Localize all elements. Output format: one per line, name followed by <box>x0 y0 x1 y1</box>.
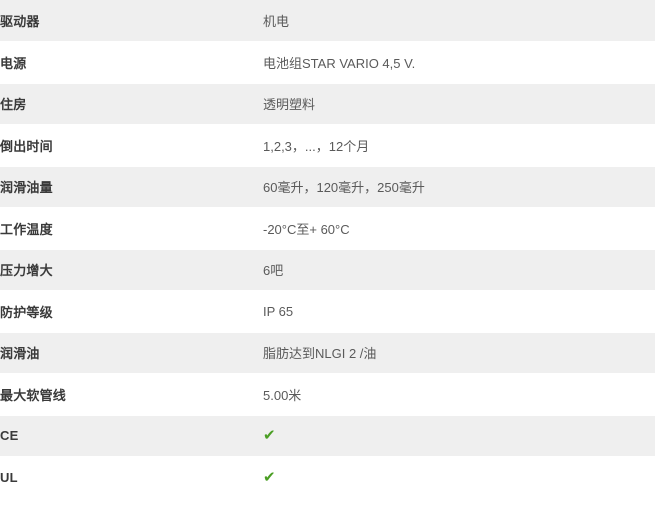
spec-row: 压力增大 6吧 <box>0 249 655 291</box>
spec-row: 工作温度 -20°C至+ 60°C <box>0 207 655 250</box>
spec-row: 润滑油量 60毫升，120毫升，250毫升 <box>0 166 655 208</box>
spec-label: 住房 <box>0 83 263 125</box>
check-mark-icon: ✔ <box>263 468 276 486</box>
spec-row: 防护等级 IP 65 <box>0 290 655 333</box>
spec-label: 压力增大 <box>0 249 263 291</box>
spec-label: 驱动器 <box>0 0 263 42</box>
spec-row: CE ✔ <box>0 415 655 457</box>
spec-value: 60毫升，120毫升，250毫升 <box>263 166 655 208</box>
spec-value: ✔ <box>263 456 655 499</box>
spec-value: 5.00米 <box>263 373 655 416</box>
spec-row: 住房 透明塑料 <box>0 83 655 125</box>
spec-value: 脂肪达到NLGI 2 /油 <box>263 332 655 374</box>
spec-label: CE <box>0 415 263 457</box>
spec-value: 1,2,3，...，12个月 <box>263 124 655 167</box>
spec-value: IP 65 <box>263 290 655 333</box>
spec-label: 最大软管线 <box>0 373 263 416</box>
check-mark-icon: ✔ <box>263 427 276 445</box>
spec-label: 倒出时间 <box>0 124 263 167</box>
spec-label: 防护等级 <box>0 290 263 333</box>
spec-row: 润滑油 脂肪达到NLGI 2 /油 <box>0 332 655 374</box>
spec-label: 润滑油 <box>0 332 263 374</box>
spec-value: ✔ <box>263 415 655 457</box>
spec-value: 机电 <box>263 0 655 42</box>
spec-value: 6吧 <box>263 249 655 291</box>
product-specifications-table: 驱动器 机电 电源 电池组STAR VARIO 4,5 V. 住房 透明塑料 倒出时间 1,2… <box>0 0 655 499</box>
spec-label: UL <box>0 456 263 499</box>
spec-row: UL ✔ <box>0 456 655 499</box>
spec-row: 倒出时间 1,2,3，...，12个月 <box>0 124 655 167</box>
spec-row: 驱动器 机电 <box>0 0 655 42</box>
spec-label: 工作温度 <box>0 207 263 250</box>
spec-row: 电源 电池组STAR VARIO 4,5 V. <box>0 41 655 84</box>
spec-value: -20°C至+ 60°C <box>263 207 655 250</box>
spec-value: 透明塑料 <box>263 83 655 125</box>
spec-label: 电源 <box>0 41 263 84</box>
spec-table-body: 驱动器 机电 电源 电池组STAR VARIO 4,5 V. 住房 透明塑料 倒出时间 1,2… <box>0 0 655 499</box>
spec-row: 最大软管线 5.00米 <box>0 373 655 416</box>
spec-label: 润滑油量 <box>0 166 263 208</box>
spec-value: 电池组STAR VARIO 4,5 V. <box>263 41 655 84</box>
